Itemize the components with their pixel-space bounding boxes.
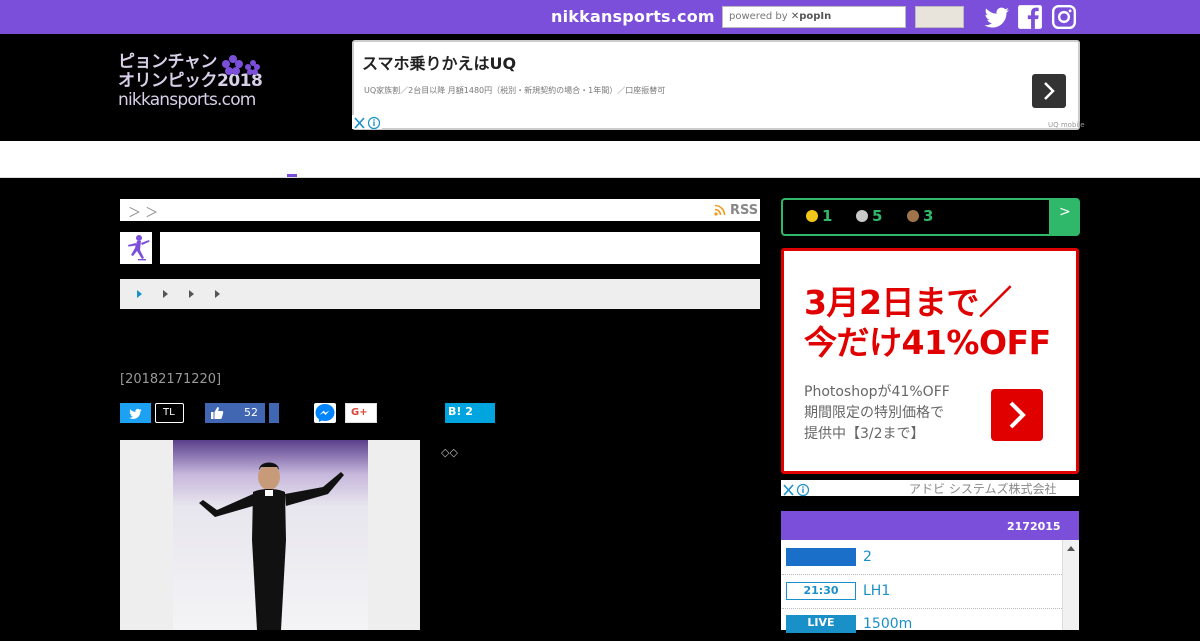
scroll-up-icon[interactable] (1066, 544, 1076, 552)
caption-marks: ◇◇ (441, 446, 458, 459)
side-ad-sponsor: アドビ システムズ株式会社 (909, 482, 1057, 496)
share-gplus-button[interactable]: G+ (345, 403, 377, 423)
thumbs-up-icon (211, 407, 224, 419)
breadcrumb-separators: ＞ ＞ (128, 206, 159, 221)
gold-count: 1 (822, 207, 833, 225)
article-photo[interactable] (173, 440, 368, 630)
side-ad-body-3: 提供中【3/2まで】 (804, 426, 925, 442)
side-ad-headline-2: 今だけ41%OFF (804, 323, 1051, 362)
flower-icon (222, 55, 260, 75)
share-twitter-button[interactable] (120, 403, 151, 423)
medal-next-button[interactable]: > (1049, 198, 1080, 236)
bronze-medal-icon (907, 210, 919, 222)
skater-photo (173, 440, 368, 630)
instagram-icon[interactable] (1051, 4, 1077, 30)
sport-title-box (160, 232, 760, 264)
tab-arrow-icon[interactable] (215, 290, 220, 298)
search-input[interactable]: powered by ✕popIn (722, 6, 906, 28)
schedule-live-badge: LIVE (786, 615, 856, 633)
like-count: 52 (244, 406, 258, 419)
top-ad-title: スマホ乗りかえはUQ (362, 54, 517, 73)
side-ad-body-1: Photoshopが41%OFF (804, 384, 950, 400)
twitter-icon[interactable] (984, 4, 1010, 30)
sport-icon-box (120, 232, 152, 264)
logo-line-3: nikkansports.com (118, 90, 256, 110)
top-ad-sponsor: UQ mobile (1048, 121, 1085, 129)
side-ad-choices[interactable] (781, 482, 811, 497)
schedule-time-badge: 21:30 (786, 582, 856, 600)
schedule-date: 2172015 (1007, 520, 1061, 533)
tab-arrow-icon[interactable] (163, 290, 168, 298)
tab-arrow-icon[interactable] (189, 290, 194, 298)
silver-count: 5 (872, 207, 883, 225)
share-messenger-button[interactable] (314, 403, 336, 423)
schedule-event[interactable]: LH1 (863, 583, 890, 599)
rss-icon[interactable] (714, 204, 726, 216)
chevron-right-icon (1044, 82, 1055, 100)
breadcrumb (120, 199, 760, 221)
ad-close-icon (783, 483, 810, 497)
gold-medal-icon (806, 210, 818, 222)
hatena-bookmark-button[interactable]: B! 2 (445, 403, 495, 423)
side-ad-arrow-button[interactable] (991, 389, 1043, 441)
main-nav (0, 141, 1200, 178)
timeline-label: TL (163, 407, 175, 418)
top-ad-arrow-button[interactable] (1032, 74, 1066, 108)
article-timestamp: [20182171220] (120, 372, 222, 387)
twitter-icon (129, 408, 142, 419)
medal-next-label: > (1059, 204, 1071, 220)
tab-arrow-icon[interactable] (137, 290, 142, 298)
bronze-count: 3 (923, 207, 934, 225)
silver-medal-icon (856, 210, 868, 222)
facebook-share-button[interactable] (269, 403, 279, 423)
search-placeholder: powered by ✕popIn (729, 11, 832, 22)
ad-close-icon (354, 116, 381, 130)
facebook-icon[interactable] (1017, 4, 1043, 30)
messenger-icon (315, 404, 335, 422)
schedule-badge (786, 548, 856, 566)
nav-active-indicator (287, 174, 297, 177)
schedule-event[interactable]: 2 (863, 549, 872, 565)
site-name-link[interactable]: nikkansports.com (551, 7, 715, 26)
figure-skating-icon (128, 235, 150, 261)
facebook-like-button[interactable]: 52 (205, 403, 265, 423)
hatena-label: B! 2 (448, 405, 473, 418)
share-timeline-button[interactable]: TL (155, 403, 184, 423)
rss-link[interactable]: RSS (730, 203, 758, 218)
chevron-right-icon (1009, 401, 1026, 429)
top-ad-choices[interactable] (352, 115, 382, 130)
search-button[interactable] (915, 6, 964, 28)
gplus-label: G+ (351, 407, 368, 418)
schedule-scrollbar[interactable] (1062, 540, 1079, 630)
side-ad-body-2: 期間限定の特別価格で (804, 405, 944, 421)
top-ad-subtitle: UQ家族割／2台目以降 月額1480円（税別・新規契約の場合・1年間）／口座振替… (364, 86, 666, 95)
